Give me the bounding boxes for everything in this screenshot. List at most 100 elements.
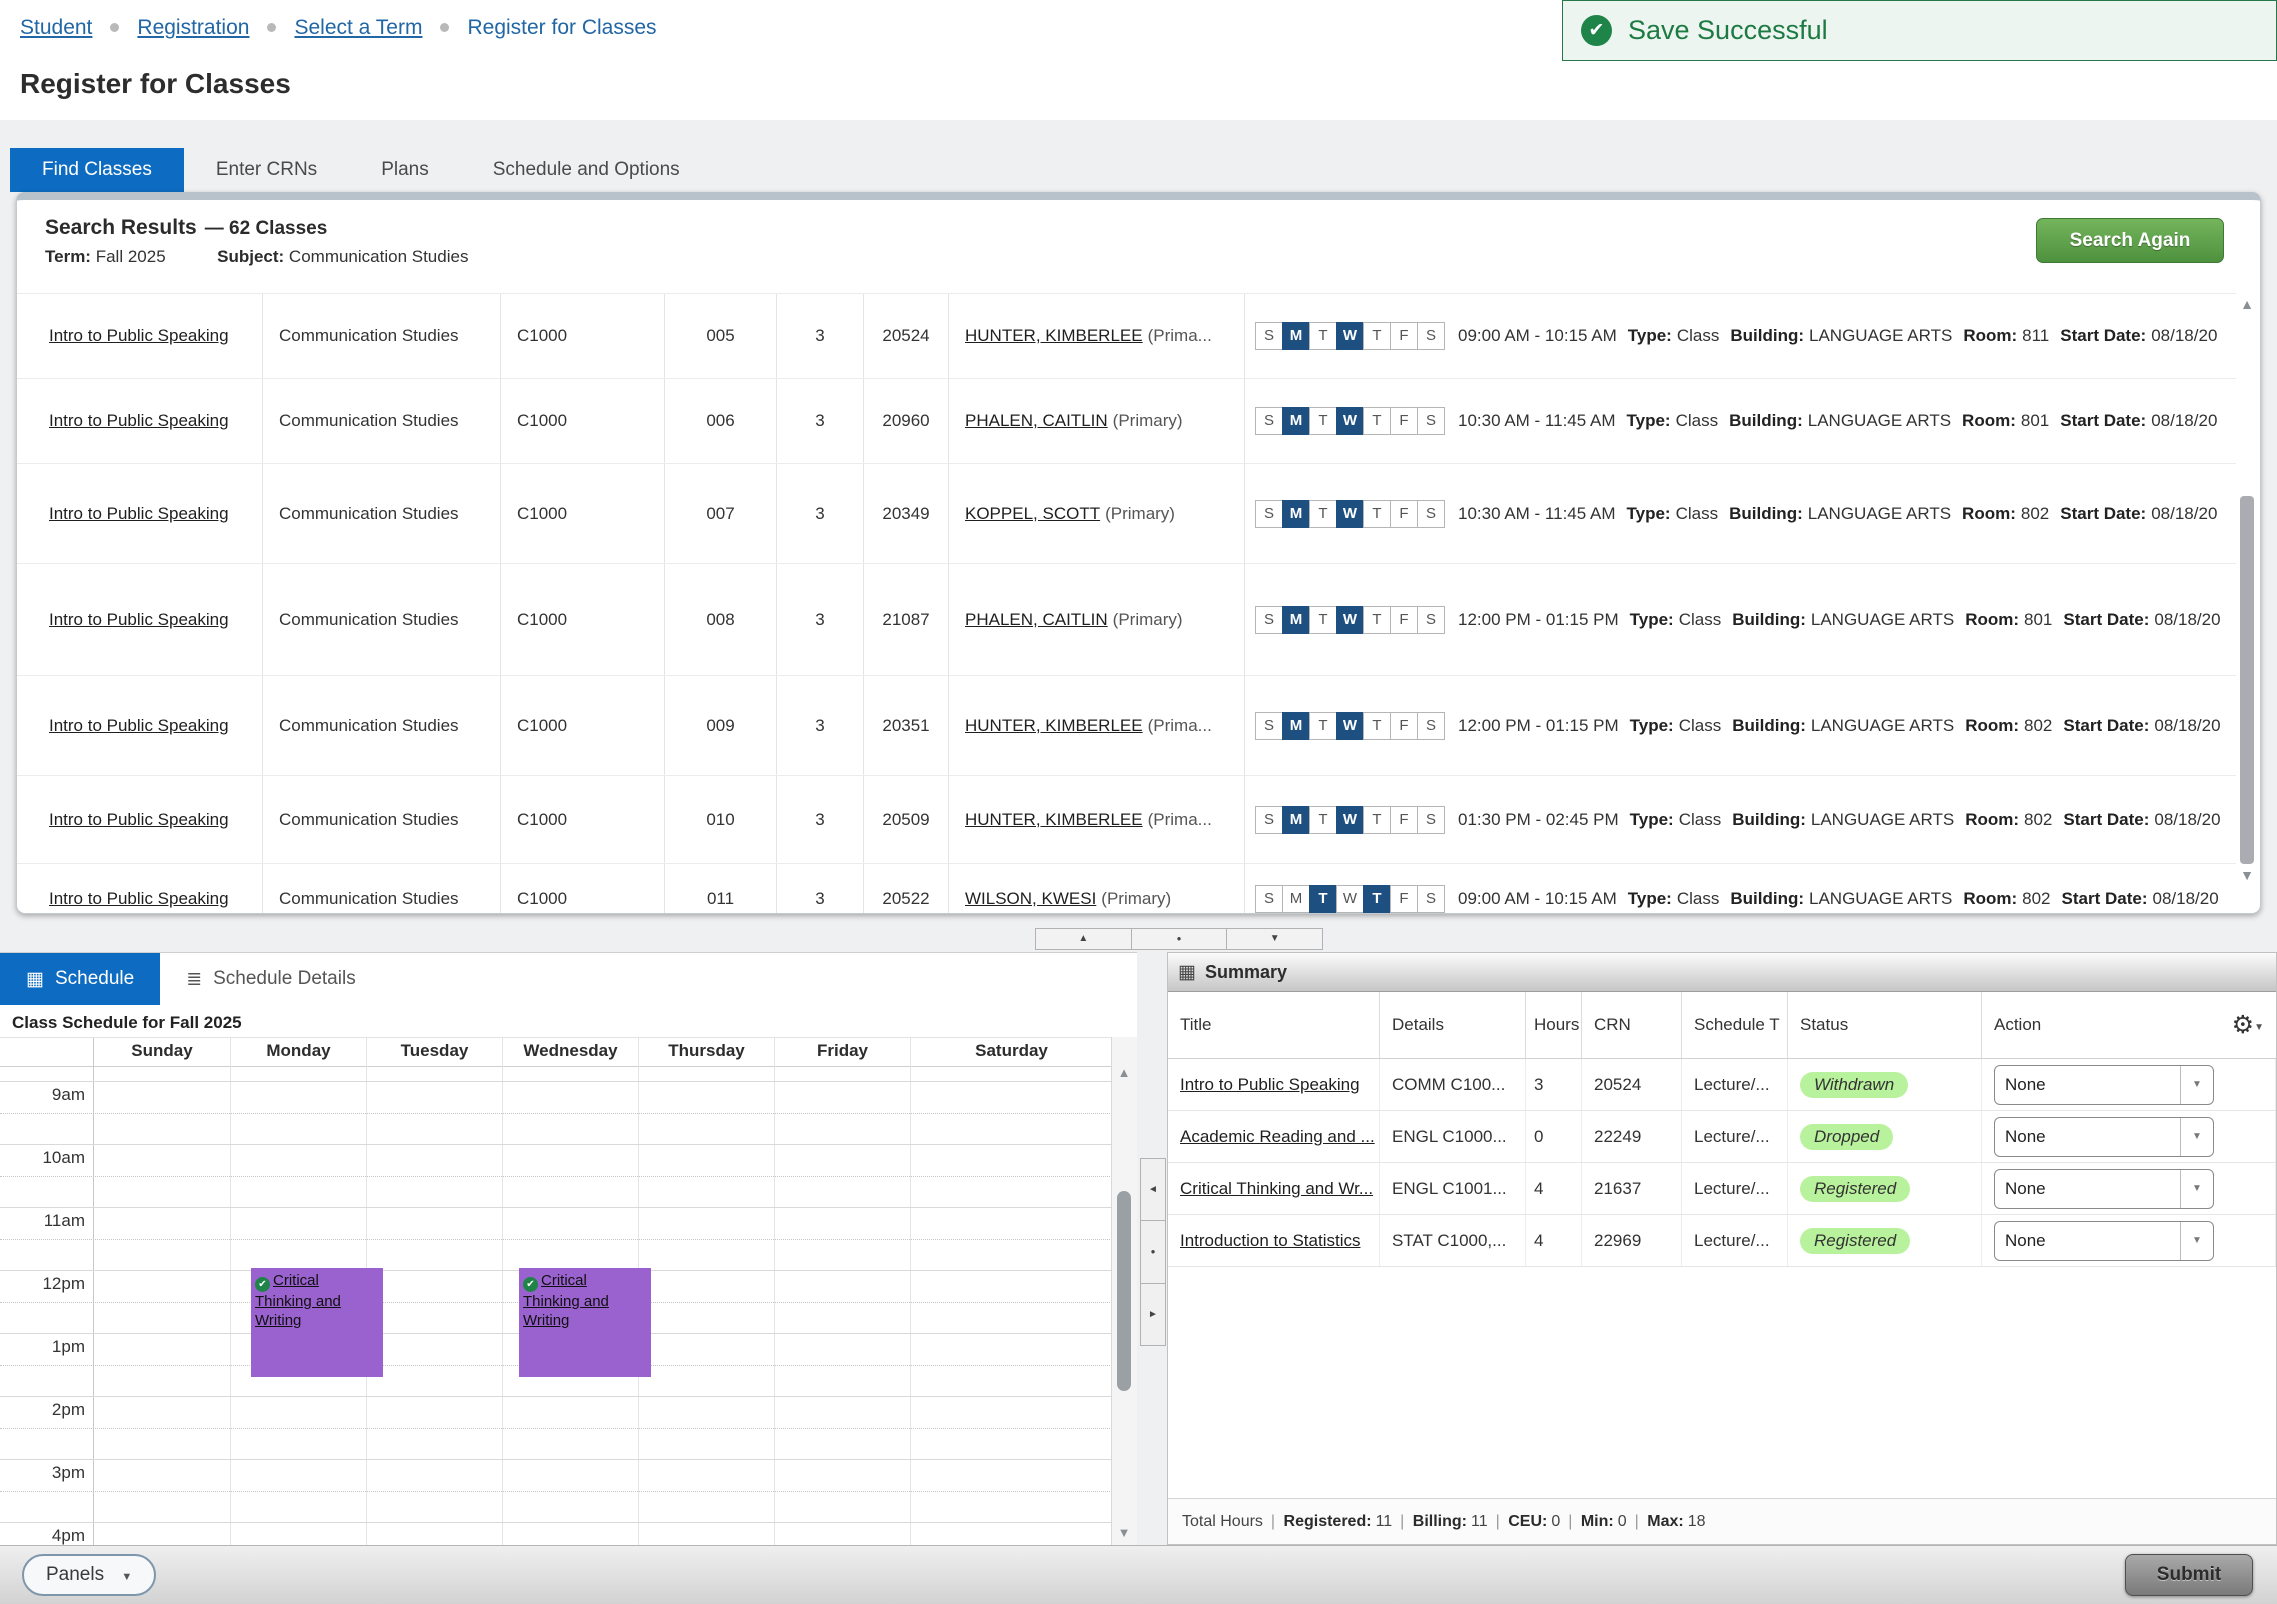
hours-cell: 3: [777, 294, 864, 378]
calendar-cell: [910, 1208, 1112, 1270]
dropdown-arrow-icon[interactable]: ▼: [2180, 1066, 2213, 1104]
dropdown-arrow-icon[interactable]: ▼: [2180, 1170, 2213, 1208]
splitter-expand-right-button[interactable]: ►: [1141, 1284, 1165, 1345]
tab-plans[interactable]: Plans: [349, 148, 461, 192]
tab-find-classes[interactable]: Find Classes: [10, 148, 184, 192]
calendar-event[interactable]: ✔Critical Thinking and Writing: [519, 1268, 651, 1377]
calendar-cell: [910, 1523, 1112, 1546]
subject-cell: Communication Studies: [263, 864, 501, 913]
dropdown-arrow-icon[interactable]: ▼: [2180, 1222, 2213, 1260]
day-header-saturday: Saturday: [910, 1038, 1112, 1066]
calendar-cell: [910, 1066, 1112, 1081]
calendar-cell: [638, 1066, 774, 1081]
course-title-link[interactable]: Intro to Public Speaking: [49, 810, 229, 830]
splitter-reset-button[interactable]: ●: [1141, 1221, 1165, 1283]
total-segment-value: 0: [1618, 1513, 1627, 1530]
calendar-event[interactable]: ✔Critical Thinking and Writing: [251, 1268, 383, 1377]
building-label: Building:: [1732, 716, 1806, 736]
tab-schedule-details[interactable]: ≣ Schedule Details: [160, 953, 382, 1005]
day-box-thursday: T: [1363, 806, 1391, 834]
calendar-cell: [366, 1271, 502, 1333]
splitter-expand-up-button[interactable]: ▲: [1036, 929, 1132, 949]
summary-course-link[interactable]: Introduction to Statistics: [1180, 1231, 1360, 1251]
course-title-link[interactable]: Intro to Public Speaking: [49, 504, 229, 524]
time-label: 9am: [52, 1085, 85, 1105]
instructor-link[interactable]: PHALEN, CAITLIN: [965, 411, 1108, 431]
table-row: Intro to Public Speaking Communication St…: [17, 863, 2236, 913]
schedule-panel: ▦ Schedule ≣ Schedule Details Class Sche…: [0, 952, 1137, 1546]
breadcrumb-select-a-term[interactable]: Select a Term: [294, 16, 422, 39]
summary-course-link[interactable]: Intro to Public Speaking: [1180, 1075, 1360, 1095]
tab-enter-crns[interactable]: Enter CRNs: [184, 148, 349, 192]
instructor-link[interactable]: HUNTER, KIMBERLEE: [965, 326, 1143, 346]
splitter-reset-button[interactable]: ●: [1132, 929, 1228, 949]
tab-schedule-and-options[interactable]: Schedule and Options: [461, 148, 712, 192]
gear-settings-icon[interactable]: ⚙▼: [2232, 1010, 2264, 1040]
search-again-button[interactable]: Search Again: [2036, 218, 2224, 263]
total-segment: Registered:11: [1271, 1513, 1392, 1531]
action-dropdown[interactable]: None▼: [1994, 1065, 2214, 1105]
scroll-up-icon[interactable]: ▲: [2237, 296, 2257, 312]
submit-button[interactable]: Submit: [2125, 1554, 2253, 1596]
tab-schedule[interactable]: ▦ Schedule: [0, 953, 160, 1005]
day-box-thursday: T: [1363, 885, 1391, 913]
splitter-expand-down-button[interactable]: ▼: [1227, 929, 1322, 949]
instructor-link[interactable]: WILSON, KWESI: [965, 889, 1096, 909]
breadcrumb-student[interactable]: Student: [20, 16, 92, 39]
instructor-link[interactable]: HUNTER, KIMBERLEE: [965, 716, 1143, 736]
meeting-time: 10:30 AM - 11:45 AM: [1458, 504, 1616, 524]
day-box-tuesday: T: [1309, 885, 1337, 913]
time-label: 12pm: [42, 1274, 85, 1294]
results-scrollbar[interactable]: ▲ ▼: [2237, 296, 2257, 905]
meeting-time: 09:00 AM - 10:15 AM: [1458, 326, 1617, 346]
meeting-times-cell: SMTWTFS12:00 PM - 01:15 PMType:ClassBuil…: [1245, 564, 2236, 675]
scrollbar-thumb[interactable]: [2240, 496, 2254, 864]
instructor-link[interactable]: PHALEN, CAITLIN: [965, 610, 1108, 630]
course-title-link[interactable]: Intro to Public Speaking: [49, 716, 229, 736]
list-icon: ≣: [186, 968, 202, 991]
summary-course-link[interactable]: Critical Thinking and Wr...: [1180, 1179, 1373, 1199]
calendar-cell: [638, 1271, 774, 1333]
action-dropdown[interactable]: None▼: [1994, 1221, 2214, 1261]
course-title-link[interactable]: Intro to Public Speaking: [49, 889, 229, 909]
calendar-cell: [94, 1271, 230, 1333]
course-number-cell: C1000: [501, 676, 665, 775]
action-dropdown[interactable]: None▼: [1994, 1169, 2214, 1209]
section-cell: 005: [665, 294, 777, 378]
instructor-link[interactable]: HUNTER, KIMBERLEE: [965, 810, 1143, 830]
action-dropdown[interactable]: None▼: [1994, 1117, 2214, 1157]
action-dropdown-value: None: [1995, 1075, 2180, 1095]
course-title-link[interactable]: Intro to Public Speaking: [49, 326, 229, 346]
start-label: Start Date:: [2060, 411, 2146, 431]
day-header-friday: Friday: [774, 1038, 910, 1066]
course-title-link[interactable]: Intro to Public Speaking: [49, 610, 229, 630]
course-title-link[interactable]: Intro to Public Speaking: [49, 411, 229, 431]
page-header: StudentRegistrationSelect a TermRegister…: [0, 0, 2277, 120]
scroll-down-icon[interactable]: ▼: [1112, 1525, 1136, 1540]
splitter-expand-left-button[interactable]: ◄: [1141, 1159, 1165, 1221]
vertical-panel-splitter[interactable]: ◄ ● ►: [1140, 1158, 1166, 1346]
time-gutter-cell: 2pm: [0, 1397, 94, 1459]
type-value: Class: [1677, 889, 1720, 909]
panels-button[interactable]: Panels ▼: [22, 1554, 156, 1596]
calendar-cell: [230, 1066, 366, 1081]
calendar-scrollbar[interactable]: ▲ ▼: [1111, 1037, 1137, 1546]
results-table: Intro to Public Speaking Communication St…: [17, 293, 2236, 913]
status-badge: Registered: [1800, 1176, 1910, 1202]
day-box-saturday: S: [1417, 407, 1445, 435]
instructor-link[interactable]: KOPPEL, SCOTT: [965, 504, 1100, 524]
time-gutter-cell: 1pm: [0, 1334, 94, 1396]
start-value: 08/18/20: [2151, 504, 2217, 524]
horizontal-panel-splitter[interactable]: ▲ ● ▼: [1035, 928, 1323, 950]
meeting-days: SMTWTFS: [1255, 885, 1444, 913]
scroll-up-icon[interactable]: ▲: [1112, 1065, 1136, 1080]
summary-course-link[interactable]: Academic Reading and ...: [1180, 1127, 1375, 1147]
title-cell: Intro to Public Speaking: [27, 379, 263, 463]
instructor-role: (Prima...: [1148, 810, 1212, 830]
dropdown-arrow-icon[interactable]: ▼: [2180, 1118, 2213, 1156]
time-gutter: [0, 1038, 94, 1066]
scroll-down-icon[interactable]: ▼: [2237, 867, 2257, 883]
summary-status-cell: Withdrawn: [1788, 1059, 1982, 1110]
breadcrumb-registration[interactable]: Registration: [137, 16, 249, 39]
scrollbar-thumb[interactable]: [1117, 1191, 1131, 1391]
